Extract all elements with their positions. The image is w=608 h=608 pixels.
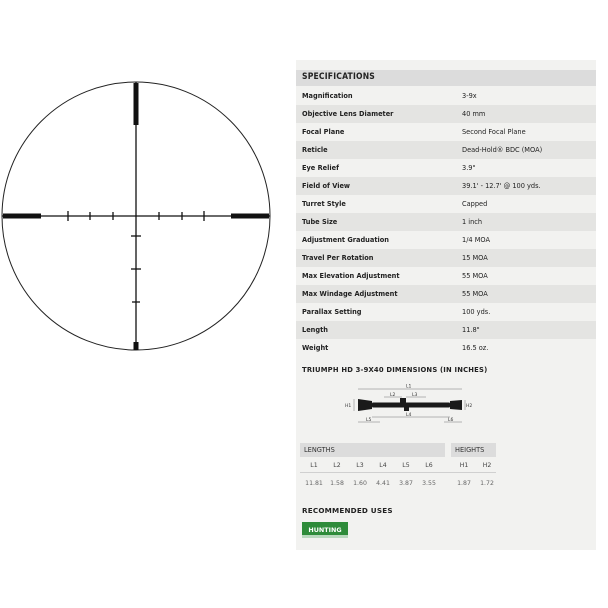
- spec-row: Length 11.8": [296, 321, 596, 339]
- spec-value: 1/4 MOA: [462, 236, 490, 244]
- spec-value: 11.8": [462, 326, 480, 334]
- heights-header: HEIGHTS: [451, 443, 496, 457]
- spec-label: Magnification: [302, 92, 353, 100]
- spec-row: Tube Size 1 inch: [296, 213, 596, 231]
- length-value: 11.81: [305, 480, 323, 487]
- specifications-panel: SPECIFICATIONS Magnification 3-9x Objecti…: [296, 60, 596, 550]
- spec-value: Dead-Hold® BDC (MOA): [462, 146, 543, 154]
- spec-value: 16.5 oz.: [462, 344, 489, 352]
- dimensions-title: TRIUMPH HD 3-9X40 DIMENSIONS (IN INCHES): [302, 366, 488, 374]
- spec-value: 1 inch: [462, 218, 483, 226]
- spec-value: Capped: [462, 200, 488, 208]
- spec-label: Field of View: [302, 182, 351, 190]
- reticle-top-post: [133, 83, 139, 125]
- spec-row: Field of View 39.1' - 12.7' @ 100 yds.: [296, 177, 596, 195]
- spec-row: Travel Per Rotation 15 MOA: [296, 249, 596, 267]
- spec-label: Turret Style: [302, 200, 346, 208]
- spec-label: Max Elevation Adjustment: [302, 272, 400, 280]
- specifications-title: SPECIFICATIONS: [302, 72, 375, 82]
- spec-row: Reticle Dead-Hold® BDC (MOA): [296, 141, 596, 159]
- spec-value: 39.1' - 12.7' @ 100 yds.: [462, 182, 541, 190]
- spec-value: 55 MOA: [462, 272, 488, 280]
- spec-label: Eye Relief: [302, 164, 339, 172]
- diagram-label-l3: L3: [412, 392, 418, 398]
- spec-value: 3.9": [462, 164, 476, 172]
- height-value: 1.72: [480, 480, 494, 487]
- spec-row: Magnification 3-9x: [296, 87, 596, 105]
- scope-silhouette: [358, 398, 462, 411]
- length-value: 4.41: [376, 480, 390, 487]
- diagram-label-l2: L2: [390, 392, 396, 398]
- spec-value: 55 MOA: [462, 290, 488, 298]
- length-value: 1.58: [330, 480, 344, 487]
- diagram-label-l1: L1: [406, 384, 412, 390]
- length-column-label: L3: [356, 462, 364, 469]
- spec-row: Objective Lens Diameter 40 mm: [296, 105, 596, 123]
- spec-label: Focal Plane: [302, 128, 345, 136]
- spec-label: Weight: [302, 344, 329, 352]
- dimensions-divider: [300, 472, 496, 473]
- spec-label: Length: [302, 326, 328, 334]
- diagram-label-l6: L6: [448, 417, 454, 423]
- diagram-label-l5: L5: [366, 417, 372, 423]
- height-value: 1.87: [457, 480, 471, 487]
- spec-label: Adjustment Graduation: [302, 236, 389, 244]
- length-column-label: L4: [379, 462, 387, 469]
- height-column-label: H2: [482, 462, 492, 469]
- spec-value: 3-9x: [462, 92, 477, 100]
- length-column-label: L5: [402, 462, 410, 469]
- length-value: 3.55: [422, 480, 436, 487]
- spec-label: Travel Per Rotation: [302, 254, 374, 262]
- spec-row: Max Elevation Adjustment 55 MOA: [296, 267, 596, 285]
- spec-value: Second Focal Plane: [462, 128, 526, 136]
- spec-row: Parallax Setting 100 yds.: [296, 303, 596, 321]
- length-column-label: L1: [310, 462, 318, 469]
- diagram-label-h1: H1: [345, 403, 351, 409]
- spec-label: Tube Size: [302, 218, 338, 226]
- hunting-badge[interactable]: HUNTING: [302, 522, 348, 538]
- spec-label: Reticle: [302, 146, 328, 154]
- length-column-label: L2: [333, 462, 341, 469]
- reticle-image: [1, 81, 271, 351]
- spec-label: Objective Lens Diameter: [302, 110, 394, 118]
- length-column-label: L6: [425, 462, 433, 469]
- lengths-heading: LENGTHS: [304, 446, 335, 454]
- spec-row: Weight 16.5 oz.: [296, 339, 596, 357]
- spec-row: Eye Relief 3.9": [296, 159, 596, 177]
- spec-value: 15 MOA: [462, 254, 488, 262]
- diagram-label-h2: H2: [466, 403, 472, 409]
- height-column-label: H1: [459, 462, 469, 469]
- reticle-right-post: [231, 213, 269, 219]
- recommended-uses-title: RECOMMENDED USES: [302, 506, 393, 515]
- spec-row: Adjustment Graduation 1/4 MOA: [296, 231, 596, 249]
- spec-value: 40 mm: [462, 110, 486, 118]
- reticle-bottom-post: [133, 342, 139, 350]
- spec-value: 100 yds.: [462, 308, 491, 316]
- spec-label: Max Windage Adjustment: [302, 290, 398, 298]
- length-value: 3.87: [399, 480, 413, 487]
- spec-row: Max Windage Adjustment 55 MOA: [296, 285, 596, 303]
- length-value: 1.60: [353, 480, 367, 487]
- spec-row: Turret Style Capped: [296, 195, 596, 213]
- spec-label: Parallax Setting: [302, 308, 362, 316]
- lengths-header: LENGTHS: [300, 443, 445, 457]
- specifications-header: SPECIFICATIONS: [296, 70, 596, 86]
- diagram-label-l4: L4: [406, 412, 412, 418]
- scope-dimension-diagram: L1 L2 L3 H1 H2 L4 L5 L6: [345, 384, 472, 424]
- spec-row: Focal Plane Second Focal Plane: [296, 123, 596, 141]
- reticle-left-post: [3, 213, 41, 219]
- heights-heading: HEIGHTS: [455, 446, 485, 454]
